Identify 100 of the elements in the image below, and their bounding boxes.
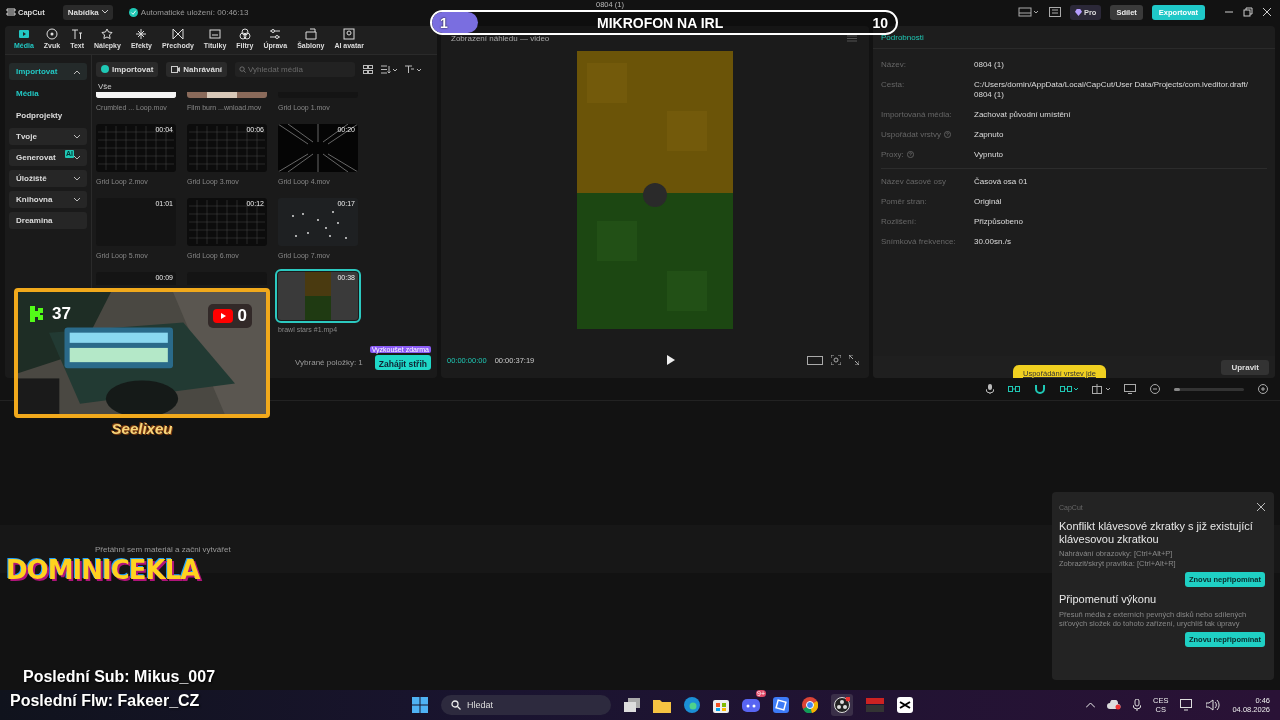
notification-title: Připomenutí výkonu	[1059, 593, 1158, 606]
channel-name: DOMINICEKLA	[6, 555, 200, 585]
search-icon	[451, 700, 461, 710]
help-icon	[906, 150, 914, 158]
field-label: Uspořádat vrstvy	[881, 129, 974, 139]
field-label: Proxy:	[881, 149, 974, 159]
youtube-logo-icon	[212, 309, 233, 323]
text-icon	[71, 28, 84, 40]
folder-icon[interactable]	[653, 697, 671, 713]
close-icon[interactable]	[1262, 7, 1272, 17]
caret-icon	[74, 69, 80, 74]
subtitle-icon[interactable]	[1048, 7, 1061, 17]
import-button[interactable]: Importovat	[96, 61, 159, 77]
sparkle-icon	[135, 28, 148, 40]
goal-start: 1	[440, 14, 448, 31]
voice-app-icon[interactable]	[866, 698, 884, 712]
monitor-icon[interactable]	[1180, 699, 1195, 711]
notification-title: Konflikt klávesové zkratky s již existující klávesovou zkratkou	[1059, 520, 1254, 546]
menu-button[interactable]: Nabídka	[62, 4, 113, 20]
split-icon[interactable]	[1092, 384, 1110, 394]
field-label: Poměr stran:	[881, 197, 928, 207]
disc-icon	[46, 28, 58, 40]
caret-icon	[74, 155, 80, 160]
sort-icon[interactable]	[381, 64, 398, 74]
goal-end: 10	[872, 14, 888, 31]
grid-view-icon[interactable]	[363, 64, 374, 74]
store-icon[interactable]	[713, 697, 729, 713]
monitor-icon[interactable]	[1124, 384, 1136, 394]
template-icon	[304, 28, 317, 40]
panel-title: Podrobnosti	[881, 32, 924, 42]
sticker-icon	[101, 28, 114, 40]
field-value: Časová osa 01	[974, 177, 1029, 187]
sidebar-item[interactable]: Tvoje	[9, 128, 87, 145]
chat-app-icon[interactable]	[742, 697, 760, 713]
field-value: C:/Users/domin/AppData/Local/CapCut/User Data/Projects/com.lveditor.draft/ 0804 (1)	[974, 80, 1249, 100]
field-value: Přizpůsobeno	[974, 217, 1024, 227]
recording-app-icon[interactable]	[834, 697, 850, 713]
sidebar-item[interactable]: Dreamina	[9, 212, 87, 229]
selected-count: Vybrané položky: 1	[295, 358, 363, 367]
task-view-icon[interactable]	[624, 698, 640, 712]
ratio-icon[interactable]	[807, 355, 823, 365]
circles-icon	[238, 28, 251, 40]
edit-button[interactable]: Upravit	[1221, 359, 1269, 375]
zoom-out-icon[interactable]	[1150, 384, 1160, 394]
streamer-name: Seelixeu	[111, 420, 173, 437]
focus-icon[interactable]	[831, 355, 841, 365]
sidebar-item[interactable]: Úložiště	[9, 170, 87, 187]
fullscreen-icon[interactable]	[849, 355, 859, 365]
search-field[interactable]: Hledat	[441, 695, 611, 715]
menu-icon[interactable]	[847, 34, 857, 42]
field-value: Originál	[974, 197, 1003, 207]
microphone-icon[interactable]	[986, 384, 994, 394]
field-label: Cesta:	[881, 80, 906, 90]
link-icon[interactable]	[1060, 385, 1078, 393]
camera-icon	[171, 65, 181, 73]
sidebar-item[interactable]: Importovat	[9, 63, 87, 80]
restore-icon[interactable]	[1243, 7, 1253, 17]
caret-icon	[74, 197, 80, 202]
cloud-icon[interactable]	[1107, 700, 1122, 710]
help-icon	[944, 130, 952, 138]
bowtie-icon	[171, 28, 184, 40]
browser-icon[interactable]	[684, 697, 700, 713]
sidebar-item[interactable]: Podprojekty	[9, 106, 87, 124]
follower-count: 37	[52, 304, 71, 324]
field-value: Zachovat původní umístění	[974, 109, 1072, 120]
zoom-slider[interactable]	[1174, 387, 1244, 391]
windows-icon[interactable]	[412, 697, 428, 713]
link-icon[interactable]	[1008, 385, 1020, 393]
magnet-icon[interactable]	[1034, 384, 1046, 394]
speaker-icon[interactable]	[1206, 699, 1221, 711]
caret-icon	[101, 10, 108, 14]
field-value: 30.00sn./s	[974, 237, 1012, 247]
avatar-icon	[343, 28, 356, 40]
play-icon[interactable]	[666, 355, 676, 365]
start-editing-button[interactable]: Zahájit střih	[374, 355, 431, 370]
diamond-icon	[1074, 8, 1082, 16]
sidebar-item[interactable]: Média	[9, 84, 87, 102]
field-label: Rozlišení:	[881, 217, 918, 227]
filter-label: Vše	[98, 82, 113, 91]
panel-title: Zobrazení náhledu — video	[451, 33, 550, 43]
chevron-up-icon[interactable]	[1086, 702, 1096, 708]
sidebar-item[interactable]: Knihovna	[9, 191, 87, 208]
autosave-status: Automatické uložení: 00:46:13	[140, 7, 249, 17]
microphone-icon[interactable]	[1133, 699, 1142, 711]
goal-title: MIKROFON NA IRL	[597, 14, 724, 31]
filter-icon[interactable]	[405, 64, 422, 74]
caret-icon	[74, 176, 80, 181]
last-subscriber: Poslední Sub: Mikus_007	[23, 668, 216, 686]
subscriber-count: 0	[237, 306, 247, 326]
record-button[interactable]: Nahrávání	[166, 61, 228, 77]
check-icon	[128, 7, 138, 17]
field-value: Vypnuto	[974, 149, 1005, 160]
layout-icon[interactable]	[1017, 7, 1040, 17]
caret-icon	[74, 134, 80, 139]
zoom-in-icon[interactable]	[1258, 384, 1268, 394]
blocks-app-icon[interactable]	[773, 697, 789, 713]
subtitle-icon	[209, 28, 222, 40]
search-icon	[239, 65, 247, 73]
close-icon[interactable]	[1257, 503, 1265, 511]
field-label: Importovaná média:	[881, 109, 953, 119]
